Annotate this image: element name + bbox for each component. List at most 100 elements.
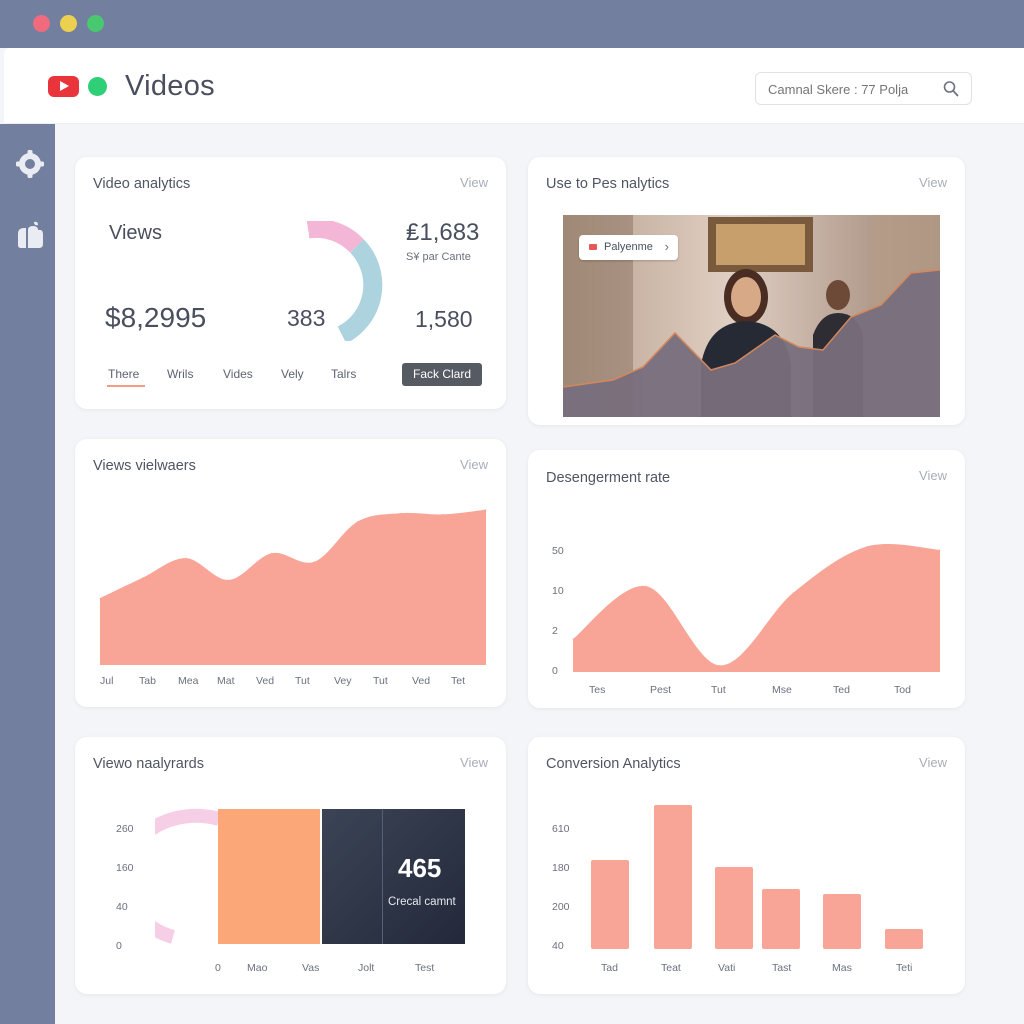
data-point — [399, 512, 401, 514]
minimize-window-button[interactable] — [60, 15, 77, 32]
sidebar — [0, 124, 55, 1024]
y-tick-label: 40 — [116, 901, 128, 913]
youtube-logo-icon — [48, 76, 79, 97]
data-point — [939, 549, 941, 551]
x-tick-label: Teti — [896, 962, 913, 974]
bar-tast — [762, 889, 800, 949]
x-tick-label: Mao — [247, 962, 268, 974]
y-tick-label: 200 — [552, 901, 570, 913]
data-point — [185, 557, 187, 559]
view-link[interactable]: View — [460, 755, 488, 770]
x-tick-label: Vas — [302, 962, 320, 974]
preview-tag[interactable]: Palyenme › — [579, 235, 678, 260]
tag-label: Palyenme — [604, 241, 653, 253]
data-point — [572, 638, 574, 640]
view-link[interactable]: View — [460, 457, 488, 472]
bar-teti — [885, 929, 923, 949]
bar-mao — [218, 809, 320, 944]
x-tick-label: Tast — [772, 962, 792, 974]
badge-caption: Crecal camnt — [388, 896, 456, 908]
x-tick-label: Mat — [217, 675, 235, 687]
data-point — [485, 509, 487, 511]
bar-teat — [654, 805, 692, 949]
page-title: Videos — [125, 70, 215, 102]
tab-vely[interactable]: Vely — [281, 367, 304, 381]
card-title: Views vielwaers — [93, 458, 196, 474]
revenue-value: $8,2995 — [105, 302, 207, 333]
bar-tad — [591, 860, 629, 949]
engagement-rate-card: Desengerment rate View 50 10 2 0 Tes Pest Tut… — [528, 450, 965, 708]
tab-there[interactable]: There — [108, 367, 139, 381]
data-point — [228, 579, 230, 581]
y-tick-label: 40 — [552, 940, 564, 952]
view-link[interactable]: View — [919, 755, 947, 770]
tab-wrils[interactable]: Wrils — [167, 367, 193, 381]
card-title: Viewo naalyrards — [93, 756, 204, 772]
bar-mas — [823, 894, 861, 949]
data-point — [99, 597, 101, 599]
view-link[interactable]: View — [919, 175, 947, 190]
tag-dot-icon — [589, 244, 597, 250]
data-point — [442, 513, 444, 515]
y-tick-label: 2 — [552, 625, 558, 637]
video-thumbnail[interactable]: 465 Crecal camnt — [322, 809, 465, 944]
bottom-metric-value: 1,580 — [415, 306, 473, 332]
video-analytics-card: Video analytics View Views $8,2995 383 ₤… — [75, 157, 506, 409]
x-tick-label: Jul — [100, 675, 114, 687]
card-title: Conversion Analytics — [546, 756, 681, 772]
top-metric-value: ₤1,683 — [406, 219, 480, 246]
window-titlebar — [0, 0, 1024, 48]
data-point — [719, 664, 721, 666]
user-analytics-card: Use to Pes nalytics View Palyenme › — [528, 157, 965, 425]
search-input[interactable] — [768, 79, 938, 99]
x-tick-label: Jolt — [358, 962, 375, 974]
view-link[interactable]: View — [919, 468, 947, 483]
gauge-value: 383 — [287, 305, 326, 331]
x-tick-label: Vati — [718, 962, 736, 974]
card-title: Video analytics — [93, 176, 191, 192]
x-tick-label: Mse — [772, 684, 792, 696]
y-tick-label: 180 — [552, 862, 570, 874]
y-tick-label: 610 — [552, 823, 570, 835]
tab-talrs[interactable]: Talrs — [331, 367, 356, 381]
active-tab-indicator — [107, 385, 145, 387]
gear-icon[interactable] — [14, 148, 46, 180]
card-title: Desengerment rate — [546, 470, 671, 486]
x-tick-label: Mas — [832, 962, 852, 974]
data-point — [356, 521, 358, 523]
y-tick-label: 0 — [116, 940, 122, 952]
viewo-analyrards-card: Viewo naalyrards View 260 160 40 0 465 Crec… — [75, 737, 506, 994]
status-indicator — [88, 77, 107, 96]
views-label: Views — [109, 222, 162, 244]
x-tick-label: Pest — [650, 684, 672, 696]
conversion-analytics-card: Conversion Analytics View 610 180 200 40 Ta… — [528, 737, 965, 994]
engagement-area — [573, 544, 940, 672]
views-area — [100, 509, 486, 665]
y-tick-label: 50 — [552, 545, 564, 557]
arc-decoration — [155, 808, 221, 944]
x-tick-label: Ved — [412, 675, 431, 687]
maximize-window-button[interactable] — [87, 15, 104, 32]
view-link[interactable]: View — [460, 175, 488, 190]
tab-vides[interactable]: Vides — [223, 367, 253, 381]
search-icon[interactable] — [943, 80, 959, 98]
x-tick-label: Tut — [711, 684, 726, 696]
x-tick-label: Ved — [256, 675, 275, 687]
apple-icon[interactable] — [14, 220, 46, 252]
search-box[interactable] — [755, 72, 972, 105]
fack-clard-button[interactable]: Fack Clard — [402, 363, 482, 386]
app-header: Videos — [4, 48, 1024, 124]
y-tick-label: 10 — [552, 585, 564, 597]
bar-vati — [715, 867, 753, 949]
conversion-bar-chart — [573, 803, 933, 949]
data-point — [645, 585, 647, 587]
chevron-right-icon: › — [664, 239, 669, 254]
y-tick-label: 0 — [552, 665, 558, 677]
x-tick-label: Tut — [373, 675, 388, 687]
views-area-chart — [99, 509, 487, 665]
close-window-button[interactable] — [33, 15, 50, 32]
data-point — [792, 592, 794, 594]
views-viewers-card: Views vielwaers View Jul Tab Mea Mat Ved Tut V… — [75, 439, 506, 707]
x-tick-label: Tab — [139, 675, 156, 687]
data-point — [271, 552, 273, 554]
